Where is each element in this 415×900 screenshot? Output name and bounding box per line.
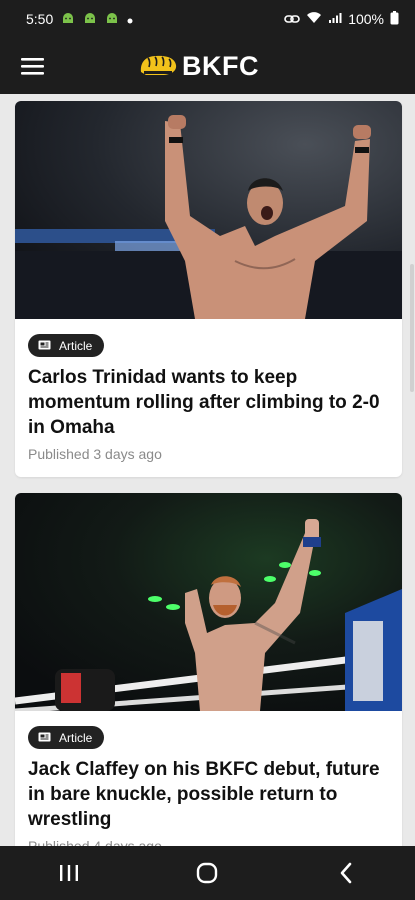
- wifi-icon: [306, 11, 322, 27]
- status-left: 5:50: [26, 11, 133, 27]
- signal-icon: [328, 11, 342, 27]
- article-feed[interactable]: Article Carlos Trinidad wants to keep mo…: [0, 94, 415, 846]
- android-icon: [83, 11, 97, 27]
- home-icon[interactable]: [177, 846, 237, 900]
- article-published: Published 3 days ago: [28, 446, 162, 462]
- article-published: Published 4 days ago: [28, 838, 162, 846]
- article-badge: Article: [28, 334, 105, 357]
- fist-logo-icon: [138, 50, 178, 83]
- article-badge: Article: [28, 726, 105, 749]
- app-bar: BKFC: [0, 38, 415, 94]
- article-title[interactable]: Carlos Trinidad wants to keep momentum r…: [28, 365, 388, 440]
- link-icon: [284, 11, 300, 27]
- android-icon: [61, 11, 75, 27]
- brand-name: BKFC: [182, 51, 259, 81]
- battery-level: 100%: [348, 11, 384, 27]
- article-image-fighter-celebrating[interactable]: [15, 101, 402, 319]
- article-badge-label: Article: [59, 338, 93, 353]
- article-icon: [38, 731, 51, 745]
- notification-dot-icon: [127, 11, 133, 27]
- hamburger-menu-icon[interactable]: [20, 54, 46, 78]
- article-icon: [38, 339, 51, 353]
- brand-logo: BKFC: [138, 50, 259, 83]
- article-badge-label: Article: [59, 730, 93, 745]
- battery-icon: [390, 10, 399, 28]
- article-card[interactable]: Article Carlos Trinidad wants to keep mo…: [15, 101, 402, 477]
- back-icon[interactable]: [316, 846, 376, 900]
- article-image-fighter-in-ring[interactable]: [15, 493, 402, 711]
- android-icon: [105, 11, 119, 27]
- status-time: 5:50: [26, 11, 54, 27]
- article-card[interactable]: Article Jack Claffey on his BKFC debut, …: [15, 493, 402, 846]
- status-right: 100%: [284, 10, 399, 28]
- status-bar: 5:50 100%: [0, 0, 415, 38]
- scroll-indicator[interactable]: [410, 264, 414, 392]
- recent-apps-icon[interactable]: [39, 846, 99, 900]
- system-nav-bar: [0, 846, 415, 900]
- article-title[interactable]: Jack Claffey on his BKFC debut, future i…: [28, 757, 388, 832]
